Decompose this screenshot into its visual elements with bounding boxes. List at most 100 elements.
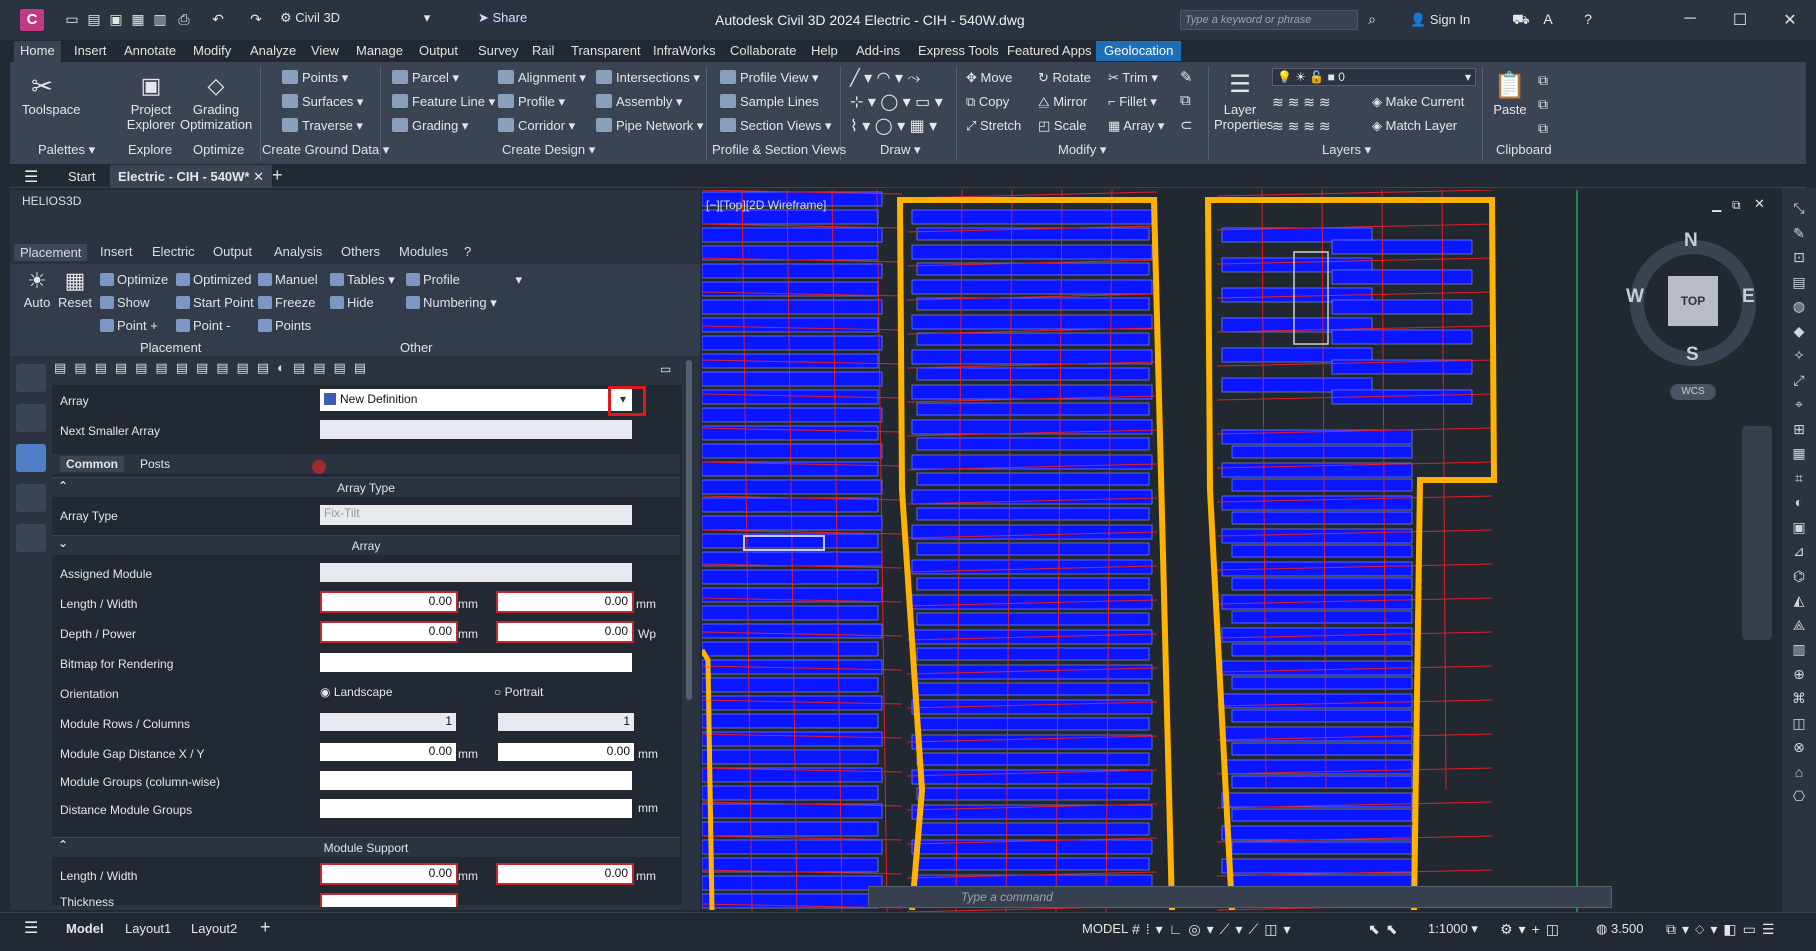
start-point-button[interactable]: Start Point xyxy=(176,295,254,310)
active-document-tab[interactable]: Electric - CIH - 540W* ✕ xyxy=(110,165,273,187)
maximize-icon[interactable]: ☐ xyxy=(1730,10,1750,30)
viewport-restore-icon[interactable]: ⧉ xyxy=(1732,198,1741,213)
tab-express-tools[interactable]: Express Tools xyxy=(918,43,999,58)
corridor-button[interactable]: Corridor ▾ xyxy=(498,118,575,134)
compass-east[interactable]: E xyxy=(1742,286,1755,308)
annotation-icons[interactable]: ⬉⬉ xyxy=(1368,921,1403,938)
share-button[interactable]: ➤ Share xyxy=(478,10,527,26)
collapse-icon[interactable]: ⌃ xyxy=(58,838,68,852)
traverse-button[interactable]: Traverse ▾ xyxy=(282,118,363,134)
tab-modify[interactable]: Modify xyxy=(193,43,231,58)
length-field[interactable]: 0.00 xyxy=(320,591,458,613)
support-length-field[interactable]: 0.00 xyxy=(320,863,458,885)
tab-annotate[interactable]: Annotate xyxy=(124,43,176,58)
wcs-button[interactable]: WCS xyxy=(1670,384,1716,400)
next-smaller-array-select[interactable] xyxy=(320,420,632,439)
elevation-control[interactable]: ◍ 3.500 xyxy=(1596,921,1644,937)
stretch-button[interactable]: ⤢ Stretch xyxy=(966,118,1021,134)
panel-label-palettes[interactable]: Palettes ▾ xyxy=(38,142,95,158)
distance-groups-field[interactable] xyxy=(320,799,632,818)
optimize-button[interactable]: Optimize xyxy=(100,272,168,287)
redo-icon[interactable]: ↷ xyxy=(248,11,264,27)
layer-dropdown[interactable]: 💡 ☀ 🔓 ■ 0 ▾ xyxy=(1272,68,1476,86)
hatch-icon[interactable]: ⌇ ▾ ◯ ▾ ▦ ▾ xyxy=(850,116,937,136)
workspace-icons[interactable]: ⚙▾+◫ xyxy=(1500,921,1565,938)
add-layout-icon[interactable]: + xyxy=(260,917,271,938)
profile-view-button[interactable]: Profile View ▾ xyxy=(720,70,819,86)
tab-view[interactable]: View xyxy=(311,43,339,58)
a360-icon[interactable]: A xyxy=(1540,11,1556,27)
tab-add-ins[interactable]: Add-ins xyxy=(856,43,900,58)
tab-insert[interactable]: Insert xyxy=(100,244,133,259)
tab-help[interactable]: Help xyxy=(811,43,838,58)
tool-palette-icons[interactable]: ⤡ ✎ ⊡ ▤ ◍ ◆ ✧ ⤢ ⌖ ⊞ ▦ ⌗ ◐ ▣ ⊿ ⌬ ◭ ⟁ ▥ ⊕ ⌘ ◫ ⊗ ⌂ ⎔ xyxy=(1788,196,1810,816)
expand-icon[interactable]: ⌄ xyxy=(58,536,68,550)
power-field[interactable]: 0.00 xyxy=(496,621,634,643)
viewport-close-icon[interactable]: ✕ xyxy=(1754,196,1765,212)
points-button[interactable]: Points xyxy=(258,318,311,333)
section-header-array[interactable]: Array xyxy=(52,535,680,555)
rows-field[interactable]: 1 xyxy=(320,713,456,731)
tab-modules[interactable]: Modules xyxy=(399,244,448,259)
settings-icon[interactable] xyxy=(16,364,46,392)
command-input[interactable]: Type a command xyxy=(868,886,1612,908)
tab-output[interactable]: Output xyxy=(419,43,458,58)
pipe-network-button[interactable]: Pipe Network ▾ xyxy=(596,118,703,134)
help-icon[interactable]: ? xyxy=(1580,11,1596,27)
tab-analysis[interactable]: Analysis xyxy=(274,244,322,259)
viewport-label[interactable]: [−][Top][2D Wireframe] xyxy=(706,198,826,212)
panel-label-modify[interactable]: Modify ▾ xyxy=(1058,142,1106,158)
search-icon[interactable]: ⌕ xyxy=(1364,11,1380,27)
scale-button[interactable]: ◰ Scale xyxy=(1038,118,1086,134)
panel-label-draw[interactable]: Draw ▾ xyxy=(880,142,920,158)
explode-icon[interactable]: ⧉ xyxy=(1180,92,1191,109)
navigation-bar[interactable] xyxy=(1742,426,1772,640)
tab-help[interactable]: ? xyxy=(464,244,471,259)
numbering-button[interactable]: Numbering ▾ xyxy=(406,295,497,311)
manuel-button[interactable]: Manuel xyxy=(258,272,318,287)
layer-properties-button[interactable]: ☰ Layer Properties xyxy=(1214,68,1273,132)
tab-insert[interactable]: Insert xyxy=(74,43,107,58)
paste-button[interactable]: 📋 Paste xyxy=(1490,68,1530,117)
show-button[interactable]: Show xyxy=(100,295,150,310)
sample-lines-button[interactable]: Sample Lines xyxy=(720,94,819,109)
property-toolbar[interactable]: ▤▤▤▤▤▤▤▤▤▤▤◐▤▤▤▤ xyxy=(54,360,684,380)
clipboard-tools-icon[interactable]: ⧉ ⧉ ⧉ xyxy=(1538,68,1548,140)
rotate-button[interactable]: ↻ Rotate xyxy=(1038,70,1091,86)
layout2-tab[interactable]: Layout2 xyxy=(191,921,237,936)
section-header-module-support[interactable]: Module Support xyxy=(52,837,680,857)
app-logo[interactable]: C xyxy=(20,9,44,31)
chevron-down-icon[interactable]: ▾ xyxy=(620,392,626,406)
tab-electric[interactable]: Electric xyxy=(152,244,195,259)
tab-output[interactable]: Output xyxy=(213,244,252,259)
groups-field[interactable] xyxy=(320,771,632,790)
layer-tools-icon[interactable]: ≋ ≋ ≋ ≋ xyxy=(1272,118,1331,135)
open-icon[interactable]: ▤ xyxy=(86,11,102,27)
tab-infraworks[interactable]: InfraWorks xyxy=(653,43,716,58)
cart-icon[interactable]: ⛟ xyxy=(1512,11,1530,27)
pin-icon[interactable]: ▭ xyxy=(660,362,671,376)
search-input[interactable]: Type a keyword or phrase xyxy=(1180,10,1358,30)
save-as-icon[interactable]: ▦ xyxy=(130,11,146,27)
layout1-tab[interactable]: Layout1 xyxy=(125,921,171,936)
new-tab-icon[interactable]: + xyxy=(272,165,283,186)
depth-field[interactable]: 0.00 xyxy=(320,621,458,643)
close-icon[interactable]: ✕ xyxy=(1780,10,1800,30)
points-button[interactable]: Points ▾ xyxy=(282,70,348,86)
hamburger-icon[interactable]: ☰ xyxy=(24,167,38,187)
point-plus-button[interactable]: Point + xyxy=(100,318,158,333)
trim-button[interactable]: ✂ Trim ▾ xyxy=(1108,70,1158,86)
move-button[interactable]: ✥ Move xyxy=(966,70,1012,86)
array-dropdown-highlight[interactable] xyxy=(608,386,646,416)
workspace-selector[interactable]: ⚙ Civil 3D ▾ xyxy=(280,10,460,30)
annotation-scale[interactable]: 1:1000 ▾ xyxy=(1428,921,1478,937)
landscape-radio[interactable]: ◉ Landscape xyxy=(320,685,393,699)
grading-optimization-button[interactable]: ◇ Grading Optimization xyxy=(180,70,252,132)
optimized-button[interactable]: Optimized xyxy=(176,272,252,287)
compass-south[interactable]: S xyxy=(1686,344,1699,366)
section-views-button[interactable]: Section Views ▾ xyxy=(720,118,832,134)
project-explorer-button[interactable]: ▣ Project Explorer xyxy=(126,70,176,132)
tab-geolocation[interactable]: Geolocation xyxy=(1096,41,1182,61)
tab-placement[interactable]: Placement xyxy=(14,244,88,261)
print-icon[interactable]: ⎙ xyxy=(176,11,192,27)
